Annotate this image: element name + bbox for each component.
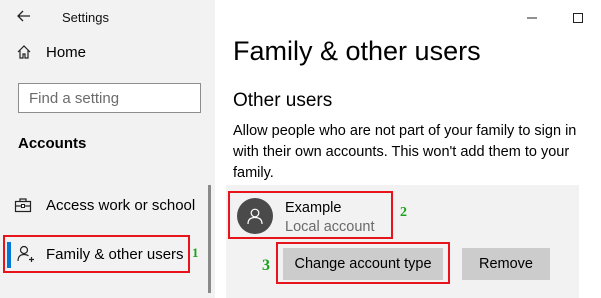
sidebar-item-label: Access work or school	[46, 196, 196, 214]
maximize-button[interactable]	[555, 8, 601, 28]
maximize-icon	[573, 13, 583, 23]
sidebar-item-label: Home	[46, 43, 87, 61]
change-account-type-button[interactable]: Change account type	[283, 248, 443, 280]
callout-number: 1	[192, 245, 199, 260]
user-avatar-icon	[247, 208, 263, 225]
account-type: Local account	[285, 219, 375, 235]
window-controls	[509, 8, 601, 28]
section-heading: Accounts	[18, 135, 87, 152]
account-tile[interactable]: Example Local account	[228, 191, 393, 239]
back-button[interactable]	[14, 6, 34, 26]
remove-button[interactable]: Remove	[462, 248, 550, 280]
page-title: Family & other users	[233, 36, 481, 66]
section-description: Allow people who are not part of your fa…	[233, 123, 577, 181]
selected-indicator	[7, 242, 11, 268]
search-box[interactable]	[18, 83, 201, 113]
search-input[interactable]	[19, 89, 200, 107]
sidebar-item-label: Family & other users	[46, 245, 184, 263]
briefcase-icon	[14, 198, 32, 213]
user-avatar	[237, 198, 273, 234]
account-name: Example	[285, 200, 342, 216]
person-add-icon	[17, 245, 34, 262]
sidebar-item-access-work[interactable]: Access work or school	[0, 187, 195, 223]
back-arrow-icon	[17, 10, 30, 22]
sidebar-scrollbar[interactable]	[208, 185, 211, 293]
sidebar-item-family-other-users[interactable]: Family & other users	[3, 235, 190, 273]
callout-number: 2	[400, 205, 407, 220]
sidebar-item-home[interactable]: Home	[16, 40, 86, 64]
section-title: Other users	[233, 90, 333, 111]
window-title: Settings	[62, 10, 109, 25]
home-icon	[17, 45, 31, 59]
minimize-icon	[527, 17, 537, 19]
callout-number: 3	[262, 257, 270, 274]
minimize-button[interactable]	[509, 8, 555, 28]
